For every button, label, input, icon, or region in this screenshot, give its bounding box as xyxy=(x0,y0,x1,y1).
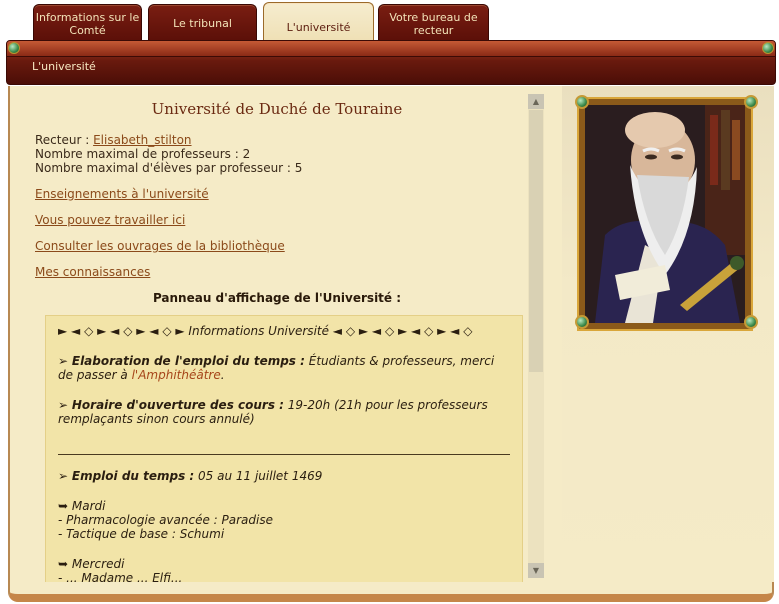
board-text: . xyxy=(220,368,225,382)
tab-label: Informations sur le Comté xyxy=(35,10,140,37)
tab-label: L'université xyxy=(286,20,351,34)
teachings-link[interactable]: Enseignements à l'université xyxy=(35,187,209,201)
notice-board: ► ◄ ◇ ► ◄ ◇ ► ◄ ◇ ► Informations Univers… xyxy=(45,315,523,582)
tab-county-info[interactable]: Informations sur le Comté xyxy=(33,4,142,42)
content-area: Université de Duché de Touraine Recteur … xyxy=(23,86,531,582)
board-text: 05 au 11 juillet 1469 xyxy=(194,469,323,483)
board-paragraph: ➢ Horaire d'ouverture des cours : 19-20h… xyxy=(58,398,510,426)
tab-label: Votre bureau de recteur xyxy=(389,10,478,37)
gem-ornament-icon xyxy=(762,42,774,54)
tab-label: Le tribunal xyxy=(173,17,232,30)
work-here-link[interactable]: Vous pouvez travailler ici xyxy=(35,213,185,227)
board-heading: Horaire d'ouverture des cours : xyxy=(71,398,284,412)
tab-rector-office[interactable]: Votre bureau de recteur xyxy=(378,4,489,42)
gem-ornament-icon xyxy=(8,42,20,54)
board-header: ► ◄ ◇ ► ◄ ◇ ► ◄ ◇ ► Informations Univers… xyxy=(58,324,473,338)
max-professors: Nombre maximal de professeurs : 2 xyxy=(35,147,251,161)
content-scrollbar[interactable]: ▲ ▼ xyxy=(528,94,544,578)
university-info: Recteur : Elisabeth_stilton Nombre maxim… xyxy=(35,133,302,175)
wise-man-portrait-image xyxy=(585,105,745,323)
board-title: Panneau d'affichage de l'Université : xyxy=(152,291,402,305)
gem-ornament-icon xyxy=(744,315,758,329)
gem-ornament-icon xyxy=(575,315,589,329)
bullet: ➢ xyxy=(58,354,72,368)
scroll-thumb[interactable] xyxy=(529,110,543,372)
bullet: ➢ xyxy=(58,469,72,483)
board-heading: Elaboration de l'emploi du temps : xyxy=(71,354,305,368)
gem-ornament-icon xyxy=(744,95,758,109)
schedule-day: ➥ Mardi xyxy=(58,499,106,513)
tab-tribunal[interactable]: Le tribunal xyxy=(148,4,257,42)
schedule-item: - ... Madame ... Elfi... xyxy=(58,571,183,582)
breadcrumb: L'université xyxy=(32,60,96,73)
rector-portrait xyxy=(577,97,753,331)
board-paragraph: ➢ Elaboration de l'emploi du temps : Étu… xyxy=(58,354,510,382)
max-students: Nombre maximal d'élèves par professeur :… xyxy=(35,161,303,175)
schedule-item: - Pharmacologie avancée : Paradise xyxy=(58,513,273,527)
gem-ornament-icon xyxy=(575,95,589,109)
library-link[interactable]: Consulter les ouvrages de la bibliothèqu… xyxy=(35,239,285,253)
portrait-panel xyxy=(562,86,774,582)
amphitheatre-link[interactable]: l'Amphithéâtre xyxy=(132,368,221,382)
board-heading: Emploi du temps : xyxy=(71,469,195,483)
divider xyxy=(58,454,510,455)
rector-label: Recteur : xyxy=(35,133,94,147)
header-bar-edge xyxy=(7,41,775,57)
header-bar: L'université xyxy=(6,40,776,85)
rector-link[interactable]: Elisabeth_stilton xyxy=(93,133,191,147)
schedule-item: - Tactique de base : Schumi xyxy=(58,527,225,541)
knowledge-link[interactable]: Mes connaissances xyxy=(35,265,150,279)
bullet: ➢ xyxy=(58,398,72,412)
scroll-down-icon[interactable]: ▼ xyxy=(528,563,544,578)
schedule-day: ➥ Mercredi xyxy=(58,557,125,571)
page-title: Université de Duché de Touraine xyxy=(151,100,403,118)
board-paragraph: ➢ Emploi du temps : 05 au 11 juillet 146… xyxy=(58,469,510,483)
main-panel: Université de Duché de Touraine Recteur … xyxy=(8,86,774,602)
scroll-up-icon[interactable]: ▲ xyxy=(528,94,544,109)
